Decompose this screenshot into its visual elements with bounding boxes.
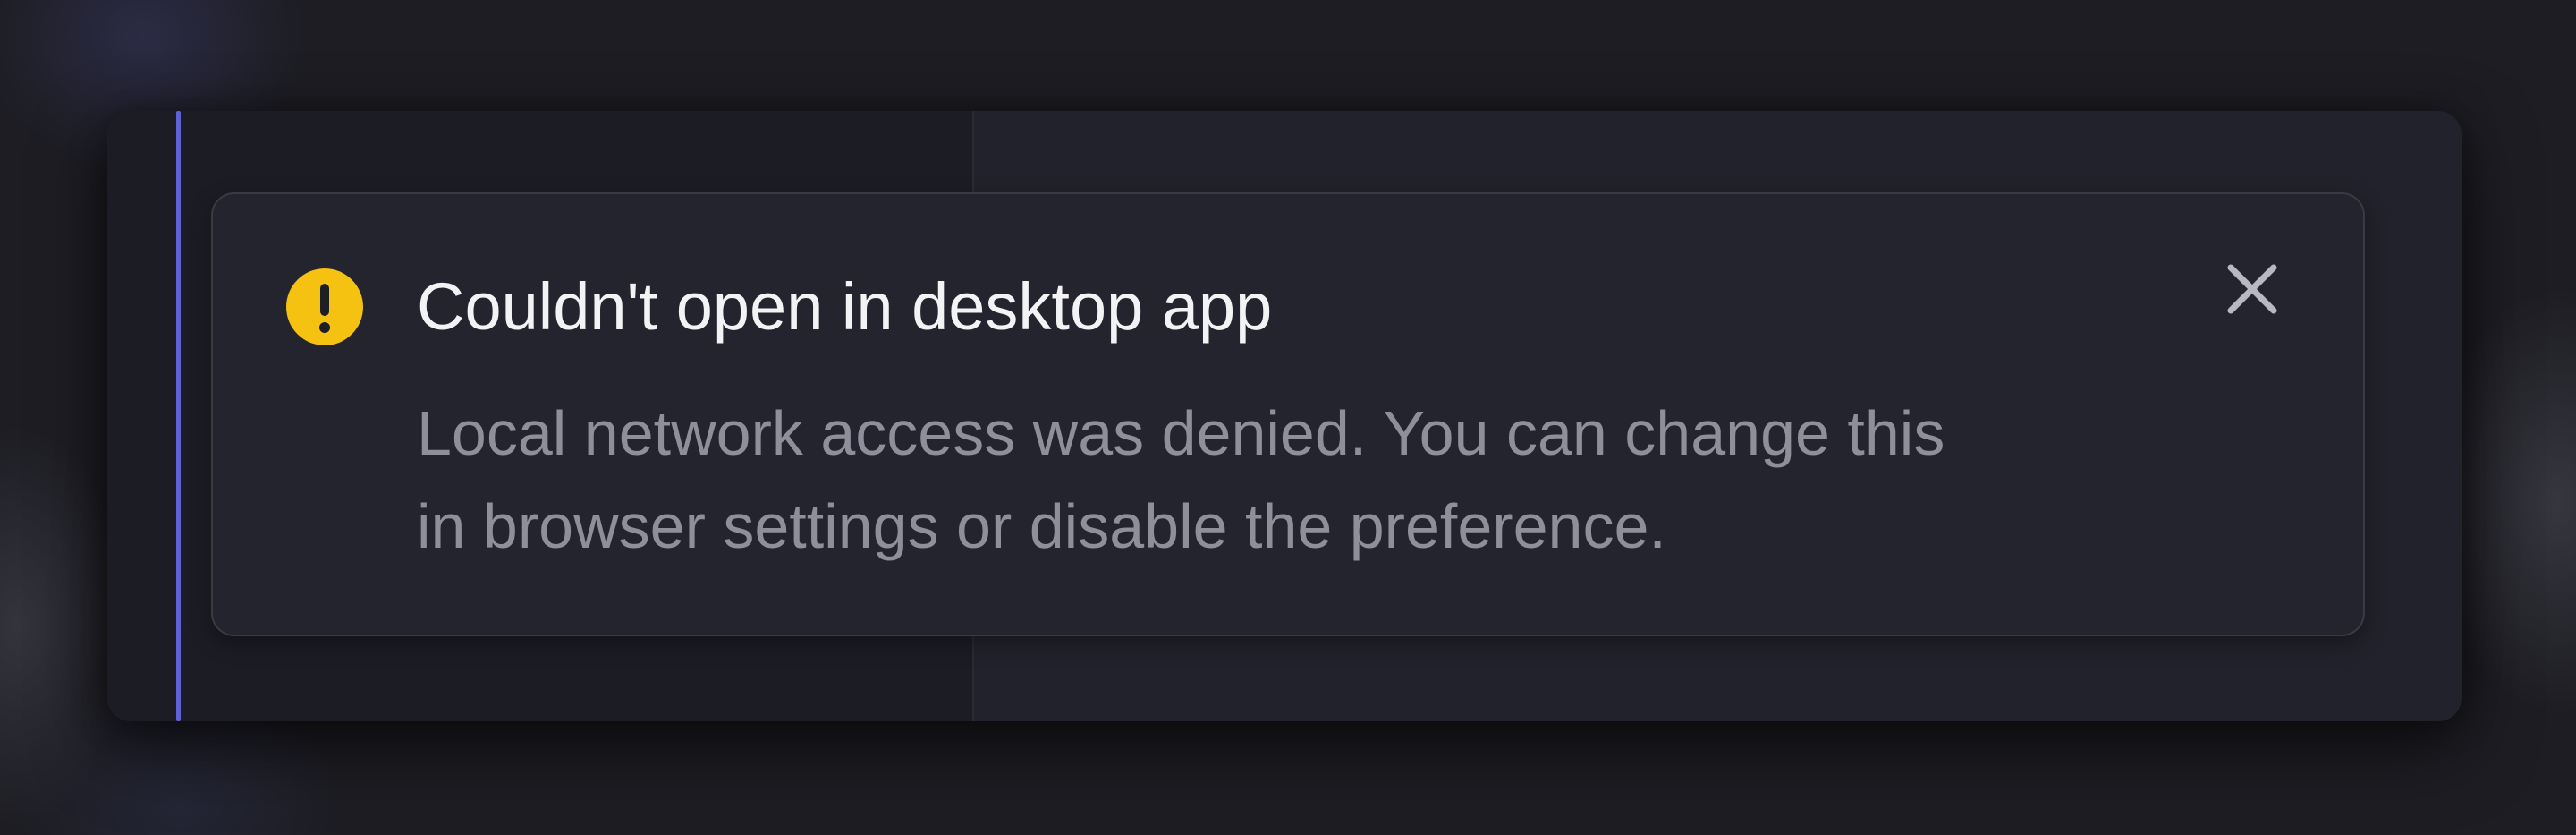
focus-accent-line <box>176 111 181 721</box>
error-toast: Couldn't open in desktop app Local netwo… <box>211 192 2365 636</box>
close-icon <box>2220 257 2284 321</box>
toast-message: Local network access was denied. You can… <box>417 387 2313 573</box>
toast-title: Couldn't open in desktop app <box>417 269 1273 344</box>
close-button[interactable] <box>2220 257 2284 321</box>
toast-message-line: Local network access was denied. You can… <box>417 398 1945 468</box>
toast-message-line: in browser settings or disable the prefe… <box>417 491 1666 561</box>
warning-icon <box>286 268 363 345</box>
